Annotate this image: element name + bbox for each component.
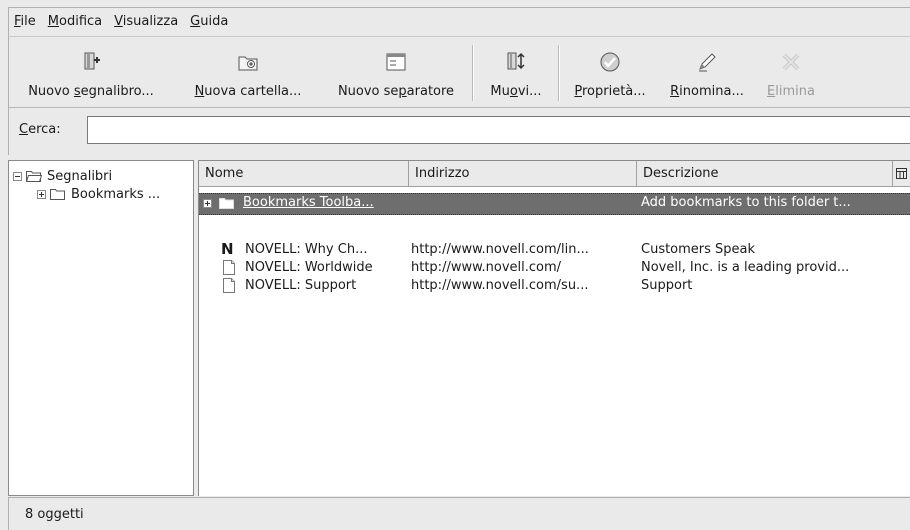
- novell-icon: N: [221, 240, 234, 258]
- row-description: Novell, Inc. is a leading provid...: [641, 260, 850, 275]
- separator-row[interactable]: [199, 219, 910, 237]
- checkmark-icon: [600, 52, 620, 72]
- column-header-description[interactable]: Descrizione: [637, 161, 893, 187]
- column-chooser-button[interactable]: [893, 161, 910, 187]
- folder-icon: [219, 198, 234, 209]
- pencil-icon: [699, 53, 716, 72]
- folder-open-icon: [26, 171, 42, 182]
- new-bookmark-button[interactable]: Nuovo segnalibro...: [9, 37, 173, 107]
- list-row[interactable]: N NOVELL: Why Ch... http://www.novell.co…: [199, 240, 910, 259]
- list-row[interactable]: NOVELL: Support http://www.novell.com/su…: [199, 277, 910, 295]
- row-name: Bookmarks Toolba...: [243, 195, 374, 210]
- column-header-name[interactable]: Nome: [199, 161, 409, 187]
- rename-button[interactable]: Rinomina...: [659, 37, 755, 107]
- status-bar: 8 oggetti: [8, 497, 910, 530]
- list-row[interactable]: Bookmarks Toolba... Add bookmarks to thi…: [199, 193, 910, 215]
- row-address: http://www.novell.com/su...: [411, 278, 589, 293]
- move-button[interactable]: Muovi...: [476, 37, 556, 107]
- search-input[interactable]: [87, 116, 910, 144]
- row-address: http://www.novell.com/: [411, 260, 562, 275]
- move-icon: [507, 52, 525, 70]
- tree-item-label: Bookmarks ...: [71, 186, 161, 202]
- row-name: NOVELL: Worldwide: [245, 260, 373, 275]
- menu-file[interactable]: File: [9, 8, 42, 36]
- folder-tree[interactable]: Segnalibri Bookmarks ...: [8, 160, 194, 496]
- row-description: Support: [641, 278, 693, 293]
- tree-item-bookmarks-toolbar[interactable]: Bookmarks ...: [37, 185, 160, 203]
- expand-icon[interactable]: [37, 189, 46, 199]
- new-folder-icon: [238, 56, 258, 71]
- search-row: Cerca:: [8, 107, 910, 155]
- bookmark-list: Nome Indirizzo Descrizione Bookmarks Too…: [198, 160, 910, 496]
- new-bookmark-icon: [84, 52, 100, 70]
- tree-item-label: Segnalibri: [47, 168, 113, 184]
- collapse-icon[interactable]: [13, 171, 22, 181]
- column-header-address[interactable]: Indirizzo: [409, 161, 637, 187]
- toolbar-separator: [472, 45, 474, 101]
- row-description: Customers Speak: [641, 242, 756, 257]
- row-name: NOVELL: Support: [245, 278, 357, 293]
- toolbar: Nuovo segnalibro... Nuova cartella... Nu…: [8, 36, 910, 108]
- search-label: Cerca:: [19, 122, 61, 137]
- status-text: 8 oggetti: [25, 507, 84, 522]
- menu-modifica[interactable]: Modifica: [42, 8, 108, 36]
- columns-icon: [896, 168, 907, 179]
- new-separator-icon: [386, 53, 406, 71]
- row-description: Add bookmarks to this folder t...: [641, 195, 851, 210]
- properties-button[interactable]: Proprietà...: [562, 37, 658, 107]
- page-icon: [223, 260, 235, 275]
- menu-guida[interactable]: Guida: [184, 8, 234, 36]
- new-folder-button[interactable]: Nuova cartella...: [175, 37, 321, 107]
- toolbar-separator: [558, 45, 560, 101]
- tree-item-segnalibri[interactable]: Segnalibri: [13, 167, 112, 185]
- new-separator-button[interactable]: Nuovo separatore: [322, 37, 470, 107]
- expand-icon[interactable]: [203, 199, 212, 208]
- menu-visualizza[interactable]: Visualizza: [108, 8, 184, 36]
- row-address: http://www.novell.com/lin...: [411, 242, 589, 257]
- list-row[interactable]: NOVELL: Worldwide http://www.novell.com/…: [199, 259, 910, 277]
- row-name: NOVELL: Why Ch...: [245, 242, 368, 257]
- menu-bar: File Modifica Visualizza Guida: [8, 7, 910, 36]
- delete-x-icon: [782, 53, 800, 71]
- page-icon: [223, 278, 235, 293]
- delete-button[interactable]: Elimina: [756, 37, 826, 107]
- folder-icon: [50, 189, 65, 200]
